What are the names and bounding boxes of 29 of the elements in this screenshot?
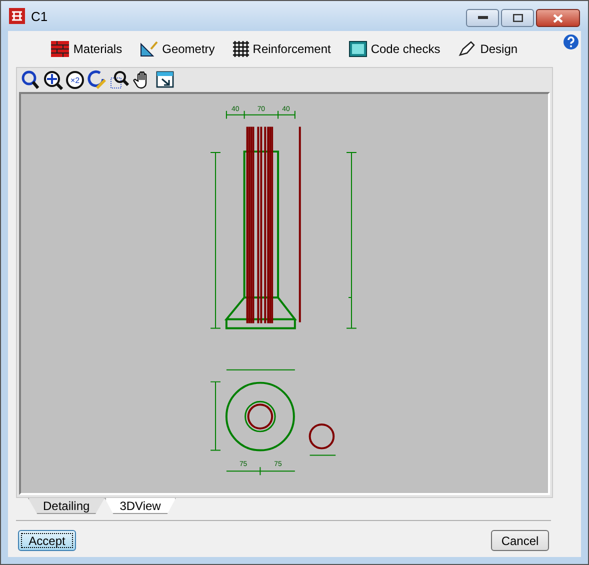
maximize-button[interactable] — [501, 9, 534, 27]
grid-icon — [232, 41, 249, 57]
zoom-extents-icon[interactable] — [43, 70, 63, 90]
minimize-button[interactable] — [466, 9, 499, 27]
maximize-icon — [512, 14, 522, 22]
pen-icon — [458, 41, 476, 57]
accept-button[interactable]: Accept — [18, 530, 76, 551]
help-icon[interactable] — [563, 34, 579, 50]
export-window-icon[interactable] — [156, 70, 176, 90]
window-title: C1 — [31, 8, 48, 24]
zoom-window-icon[interactable] — [110, 70, 130, 90]
calculator-icon — [348, 41, 367, 57]
redraw-icon[interactable] — [87, 70, 107, 90]
menu-item[interactable]: Code checks — [348, 41, 440, 57]
cancel-button[interactable]: Cancel — [491, 530, 549, 551]
app-icon — [9, 8, 25, 24]
close-button[interactable] — [536, 9, 580, 27]
tab[interactable]: Detailing — [28, 498, 105, 514]
menu-item[interactable]: Design — [458, 41, 518, 57]
zoom-previous-icon[interactable] — [20, 70, 40, 90]
set-square-icon — [140, 41, 158, 57]
minimize-icon — [478, 16, 488, 20]
zoom-double-button[interactable]: ×2 — [66, 71, 84, 89]
menu-item[interactable]: Materials — [51, 41, 122, 57]
menu-item[interactable]: Reinforcement — [232, 41, 331, 57]
close-icon — [553, 14, 563, 22]
bricks-icon — [51, 41, 70, 57]
menu-item[interactable]: Geometry — [140, 41, 215, 57]
tab[interactable]: 3DView — [104, 498, 176, 514]
